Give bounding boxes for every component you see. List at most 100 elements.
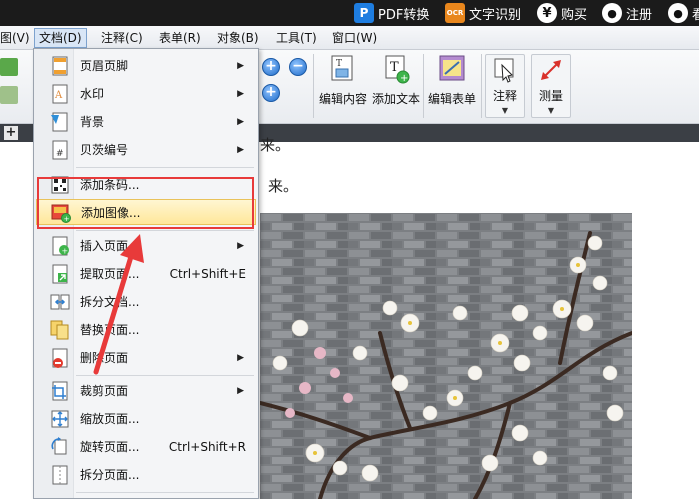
menu-item-scale-page[interactable]: 缩放页面... <box>36 406 256 432</box>
submenu-arrow-icon: ▶ <box>237 145 244 155</box>
menu-separator <box>76 375 254 376</box>
add-text-icon: T + <box>381 54 411 84</box>
menu-item-label: 页眉页脚 <box>80 59 129 73</box>
submenu-arrow-icon: ▶ <box>237 61 244 71</box>
replace-page-icon <box>50 320 69 340</box>
new-tab-button[interactable]: + <box>4 126 18 140</box>
menu-item-bates-numbering[interactable]: # 贝茨编号 ▶ <box>36 137 256 163</box>
menu-comment[interactable]: 注释(C) <box>97 28 147 48</box>
rotate-page-icon <box>51 437 67 455</box>
annotation-highlight-box <box>37 177 254 229</box>
buy-label: 购买 <box>561 7 588 23</box>
nav-back-icon[interactable] <box>0 58 18 76</box>
user-icon: ● <box>602 3 622 23</box>
ocr-icon: OCR <box>445 3 465 23</box>
submenu-arrow-icon: ▶ <box>237 241 244 251</box>
ocr-button[interactable]: OCR 文字识别 <box>445 3 521 23</box>
document-text-line: 来。 <box>268 177 299 195</box>
menu-item-label: 拆分页面... <box>80 468 140 482</box>
menu-separator <box>76 230 254 231</box>
menu-item-watermark[interactable]: A 水印 ▶ <box>36 81 256 107</box>
document-photo <box>260 213 632 499</box>
delete-page-icon <box>52 348 68 368</box>
menu-item-split-page[interactable]: 拆分页面... <box>36 462 256 488</box>
submenu-arrow-icon: ▶ <box>237 353 244 363</box>
menu-item-label: 背景 <box>80 115 105 129</box>
menu-object[interactable]: 对象(B) <box>213 28 263 48</box>
svg-text:#: # <box>56 149 64 159</box>
menu-item-shortcut: Ctrl+Shift+E <box>169 267 246 281</box>
background-icon <box>51 112 68 132</box>
add-text-button[interactable]: T + 添加文本 <box>371 54 421 107</box>
pdf-convert-button[interactable]: P PDF转换 <box>354 3 429 23</box>
svg-text:T: T <box>390 60 399 75</box>
header-footer-icon <box>52 56 68 76</box>
nav-forward-icon[interactable] <box>0 86 18 104</box>
menu-item-header-footer[interactable]: 页眉页脚 ▶ <box>36 53 256 79</box>
menu-item-insert-page[interactable]: + 插入页面 ▶ <box>36 233 256 259</box>
submenu-arrow-icon: ▶ <box>237 386 244 396</box>
chevron-down-icon: ▼ <box>547 106 555 115</box>
edit-content-icon: T <box>328 54 358 84</box>
add-text-label: 添加文本 <box>371 92 420 106</box>
menu-item-split-document[interactable]: 拆分文档... <box>36 289 256 315</box>
measure-button[interactable]: 测量 ▼ <box>531 54 571 118</box>
menu-window[interactable]: 窗口(W) <box>328 28 381 48</box>
menu-item-crop-page[interactable]: 裁剪页面 ▶ <box>36 378 256 404</box>
menu-tools[interactable]: 工具(T) <box>272 28 321 48</box>
toolbar-separator <box>423 54 424 118</box>
toolbar-separator <box>313 54 314 118</box>
zoom-fit-icon[interactable]: + <box>262 84 280 102</box>
buy-button[interactable]: ¥ 购买 <box>537 3 587 23</box>
comment-icon <box>490 55 520 85</box>
insert-page-icon: + <box>52 236 69 256</box>
promo-trailing-label: 看 <box>692 7 699 23</box>
register-label: 注册 <box>626 7 653 23</box>
svg-text:A: A <box>54 90 63 101</box>
menu-item-label: 替换页面... <box>80 323 140 337</box>
yen-icon: ¥ <box>537 3 557 23</box>
document-menu-dropdown: 页眉页脚 ▶ A 水印 ▶ 背景 ▶ # 贝茨编号 ▶ 添加条码... + 添加… <box>33 48 259 499</box>
menu-item-label: 拆分文档... <box>80 295 140 309</box>
svg-text:+: + <box>400 73 408 84</box>
register-button[interactable]: ● 注册 <box>602 3 652 23</box>
menu-bar: 图(V) 文档(D) 注释(C) 表单(R) 对象(B) 工具(T) 窗口(W) <box>0 26 699 50</box>
watermark-icon: A <box>52 84 68 104</box>
menu-item-label: 水印 <box>80 87 105 101</box>
svg-text:+: + <box>62 247 69 256</box>
edit-content-label: 编辑内容 <box>318 92 367 106</box>
promo-bar: P PDF转换 OCR 文字识别 ¥ 购买 ● 注册 ● 看 <box>0 0 699 26</box>
bates-number-icon: # <box>52 140 68 160</box>
zoom-in-icon[interactable]: + <box>262 58 280 76</box>
scale-page-icon <box>51 410 69 428</box>
edit-content-button[interactable]: T 编辑内容 <box>318 54 368 107</box>
menu-item-delete-page[interactable]: 删除页面 ▶ <box>36 345 256 371</box>
menu-item-extract-page[interactable]: 提取页面... Ctrl+Shift+E <box>36 261 256 287</box>
submenu-arrow-icon: ▶ <box>237 117 244 127</box>
menu-item-label: 插入页面 <box>80 239 129 253</box>
zoom-out-icon[interactable]: − <box>289 58 307 76</box>
comment-button[interactable]: 注释 ▼ <box>485 54 525 118</box>
extract-page-icon <box>52 264 68 284</box>
measure-icon <box>536 55 566 85</box>
menu-separator <box>76 492 254 493</box>
menu-item-replace-page[interactable]: 替换页面... <box>36 317 256 343</box>
menu-item-label: 缩放页面... <box>80 412 140 426</box>
edit-form-button[interactable]: 编辑表单 <box>427 54 477 107</box>
pdf-icon: P <box>354 3 374 23</box>
menu-document[interactable]: 文档(D) <box>34 28 87 48</box>
submenu-arrow-icon: ▶ <box>237 89 244 99</box>
split-page-icon <box>52 465 68 485</box>
document-text-line: 来。 <box>260 136 291 154</box>
menu-form[interactable]: 表单(R) <box>155 28 205 48</box>
menu-separator <box>76 167 254 168</box>
menu-view[interactable]: 图(V) <box>0 28 34 48</box>
promo-trailing-item[interactable]: ● 看 <box>668 3 699 23</box>
menu-item-rotate-page[interactable]: 旋转页面... Ctrl+Shift+R <box>36 434 256 460</box>
split-document-icon <box>50 294 70 310</box>
menu-item-label: 提取页面... <box>80 267 140 281</box>
menu-item-background[interactable]: 背景 ▶ <box>36 109 256 135</box>
menu-item-label: 删除页面 <box>80 351 129 365</box>
edit-form-label: 编辑表单 <box>427 92 476 106</box>
svg-text:T: T <box>336 59 342 69</box>
